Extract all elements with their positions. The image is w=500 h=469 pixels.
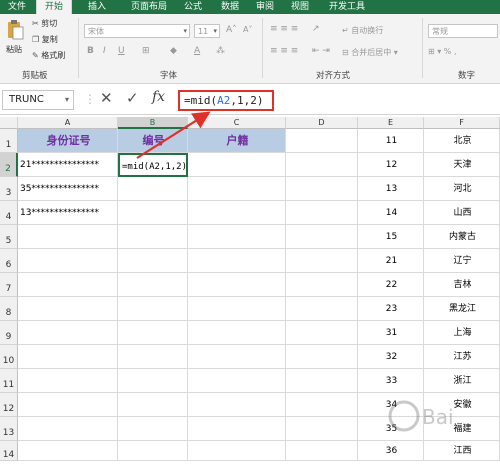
watermark-logo: Bai bbox=[380, 392, 498, 442]
svg-text:Bai: Bai bbox=[422, 405, 454, 429]
